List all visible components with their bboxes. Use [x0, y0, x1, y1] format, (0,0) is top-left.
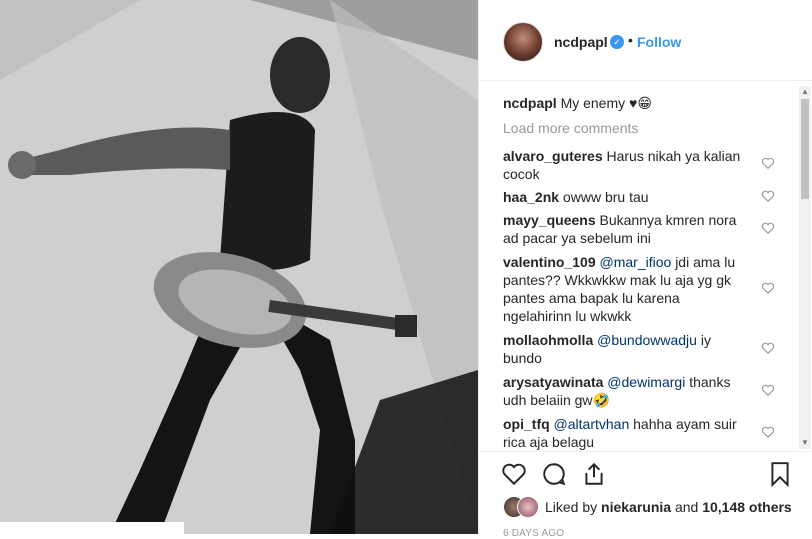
comment-text: rica aja belagu	[503, 434, 595, 450]
comment-item: haa_2nk owww bru tau	[503, 188, 753, 206]
comment-bubble-icon[interactable]	[541, 461, 567, 487]
comment-username[interactable]: opi_tfq	[503, 416, 550, 432]
comment-text: hahha ayam suir	[633, 416, 737, 432]
likes-text: Liked by niekarunia and 10,148 others	[545, 499, 792, 515]
guitarist-photo-illustration	[0, 0, 478, 534]
comment-like-heart-icon[interactable]	[761, 281, 775, 295]
comment-text: pantes ama bapak lu karena	[503, 290, 680, 306]
load-more-comments-button[interactable]: Load more comments	[503, 120, 638, 136]
comment-like-heart-icon[interactable]	[761, 341, 775, 355]
comment-item: alvaro_guteres Harus nikah ya kalian coc…	[503, 147, 753, 183]
comment-mention[interactable]: @altartvhan	[554, 416, 630, 432]
comments-scrollbar[interactable]: ▲ ▼	[799, 86, 811, 449]
scroll-up-arrow-icon[interactable]: ▲	[799, 86, 811, 98]
comment-like-heart-icon[interactable]	[761, 156, 775, 170]
caption-username[interactable]: ncdpapl	[503, 95, 557, 111]
photo-bottom-overlay	[0, 522, 184, 534]
comment-text: Harus nikah ya kalian	[606, 148, 741, 164]
likes-prefix: Liked by	[545, 499, 598, 515]
liker-username[interactable]: niekarunia	[601, 499, 671, 515]
comment-mention[interactable]: @bundowwadju	[597, 332, 697, 348]
bookmark-icon[interactable]	[767, 461, 793, 487]
comment-text: jdi ama lu	[675, 254, 736, 270]
comment-mention[interactable]: @mar_ifioo	[600, 254, 672, 270]
comment-text: pantes?? Wkkwkkw mak lu aja yg gk	[503, 272, 731, 288]
post-actions-bar	[479, 451, 812, 491]
comment-text: ngelahirinn lu wkwkk	[503, 308, 632, 324]
likes-connector: and	[674, 499, 699, 515]
heart-icon[interactable]	[501, 461, 527, 487]
comment-text: cocok	[503, 166, 540, 182]
comment-like-heart-icon[interactable]	[761, 221, 775, 235]
likes-count[interactable]: 10,148 others	[702, 499, 792, 515]
comment-text: owww bru tau	[562, 189, 649, 205]
comment-item: mollaohmolla @bundowwadju iy bundo	[503, 331, 753, 367]
comment-item: mayy_queens Bukannya kmren nora ad pacar…	[503, 211, 753, 247]
post-header: ncdpapl ✓ • Follow	[479, 0, 812, 81]
post-username[interactable]: ncdpapl	[554, 34, 608, 50]
comment-text: Bukannya kmren nora	[599, 212, 737, 228]
scroll-thumb[interactable]	[801, 99, 809, 199]
comment-text: bundo	[503, 350, 542, 366]
comment-text: thanks	[689, 374, 731, 390]
comment-username[interactable]: valentino_109	[503, 254, 596, 270]
comment-like-heart-icon[interactable]	[761, 425, 775, 439]
comment-username[interactable]: arysatyawinata	[503, 374, 603, 390]
liker-avatar[interactable]	[517, 496, 539, 518]
caption-text: My enemy ♥😁	[560, 95, 652, 111]
verified-badge-icon: ✓	[610, 35, 624, 49]
comment-like-heart-icon[interactable]	[761, 383, 775, 397]
comment-username[interactable]: mayy_queens	[503, 212, 596, 228]
share-icon[interactable]	[581, 461, 607, 487]
comment-text: udh belaiin gw🤣	[503, 392, 610, 408]
separator-dot: •	[628, 32, 633, 48]
post-caption: ncdpapl My enemy ♥😁	[503, 94, 652, 112]
comment-username[interactable]: mollaohmolla	[503, 332, 593, 348]
comment-item: arysatyawinata @dewimargi thanks udh bel…	[503, 373, 753, 409]
post-photo[interactable]	[0, 0, 478, 534]
comment-like-heart-icon[interactable]	[761, 189, 775, 203]
comment-mention[interactable]: @dewimargi	[607, 374, 685, 390]
comment-username[interactable]: haa_2nk	[503, 189, 559, 205]
comments-list: ncdpapl My enemy ♥😁 Load more comments a…	[479, 81, 812, 451]
comment-text: ad pacar ya sebelum ini	[503, 230, 651, 246]
comment-text: iy	[700, 332, 711, 348]
comment-item: opi_tfq @altartvhan hahha ayam suir rica…	[503, 415, 753, 451]
comment-item: valentino_109 @mar_ifioo jdi ama lu pant…	[503, 253, 753, 325]
post-panel: ncdpapl ✓ • Follow ncdpapl My enemy ♥😁 L…	[478, 0, 812, 539]
avatar[interactable]	[503, 22, 543, 62]
scroll-down-arrow-icon[interactable]: ▼	[799, 437, 811, 449]
follow-button[interactable]: Follow	[637, 34, 681, 50]
comment-username[interactable]: alvaro_guteres	[503, 148, 603, 164]
